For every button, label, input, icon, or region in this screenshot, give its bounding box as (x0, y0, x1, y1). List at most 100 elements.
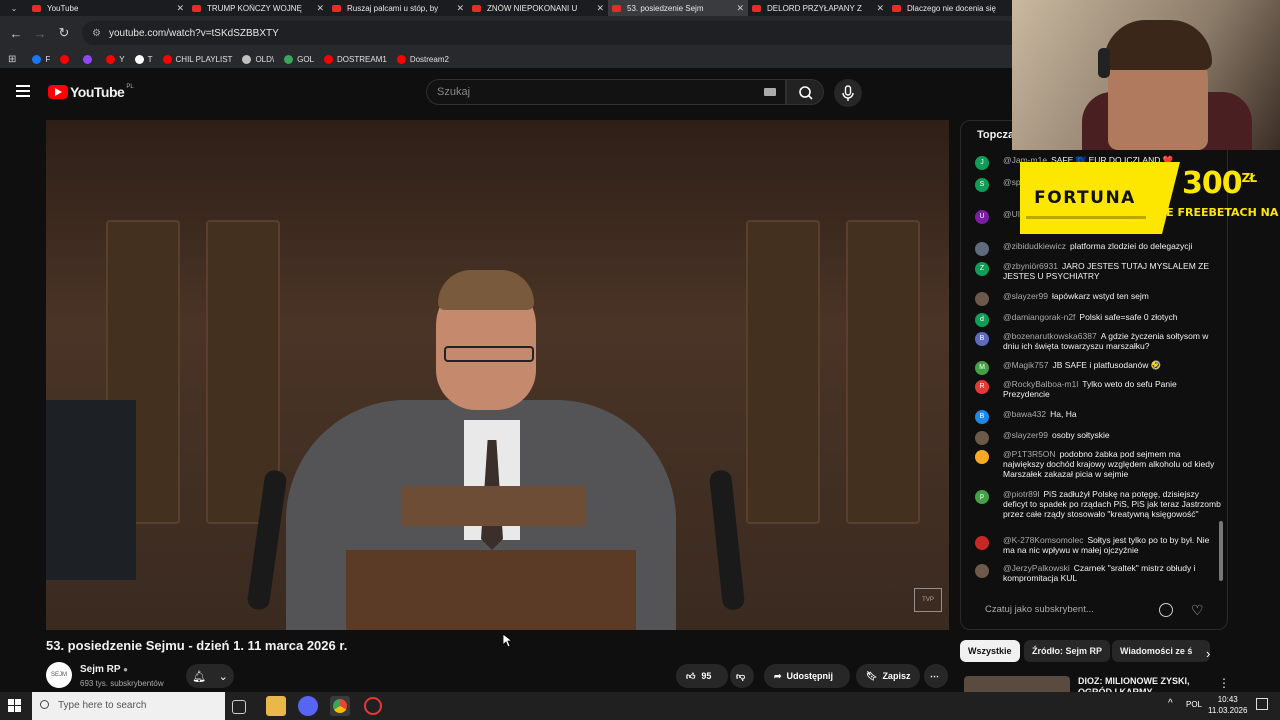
chat-username[interactable]: @UI (1003, 209, 1020, 219)
chat-avatar[interactable]: Z (975, 262, 989, 276)
heart-icon[interactable]: ♡ (1191, 602, 1204, 619)
chat-message[interactable]: B @bozenarutkowska6387 A gdzie życzenia so… (975, 331, 1221, 351)
chat-avatar[interactable]: J (975, 156, 989, 170)
chat-message[interactable]: M @Magik757 JB SAFE i platfusodanów 🤣 (975, 360, 1221, 375)
save-button[interactable]: 🔖︎ Zapisz (856, 664, 920, 688)
notification-icon[interactable] (1256, 698, 1268, 710)
chat-avatar[interactable] (975, 431, 989, 445)
forward-icon[interactable]: → (28, 26, 52, 41)
chat-username[interactable]: @RockyBalboa-m1l (1003, 379, 1078, 389)
dislike-button[interactable]: 👎︎ (730, 664, 754, 688)
chevron-right-icon[interactable]: › (1206, 646, 1210, 661)
task-view-icon[interactable] (232, 700, 246, 714)
chat-header[interactable]: Topcza (977, 129, 1014, 141)
chat-message[interactable]: p @piotr89l PiS zadłużył Polskę na potęgę,… (975, 489, 1221, 519)
back-icon[interactable]: ← (4, 26, 28, 41)
bookmark-item[interactable]: T (134, 54, 153, 64)
chat-username[interactable]: @P1T3R5ON (1003, 449, 1056, 459)
filter-chip[interactable]: Wszystkie (960, 640, 1020, 662)
chat-avatar[interactable]: B (975, 410, 989, 424)
chat-username[interactable]: @Magik757 (1003, 360, 1048, 370)
chat-avatar[interactable] (975, 564, 989, 578)
close-icon[interactable]: ✕ (176, 3, 184, 14)
filter-chip[interactable]: Wiadomości ze ś (1112, 640, 1210, 662)
chat-message[interactable]: @slayzer99 łapówkarz wstyd ten sejm (975, 291, 1221, 306)
chat-username[interactable]: @slayzer99 (1003, 430, 1048, 440)
chat-input[interactable]: Czatuj jako subskrybent... (971, 599, 1165, 621)
browser-tab[interactable]: ZNÓW NIEPOKONANI U ✕ (468, 0, 608, 16)
chat-avatar[interactable]: p (975, 490, 989, 504)
chat-message[interactable]: @zibidudkiewicz platforma zlodziei do del… (975, 241, 1221, 256)
browser-tab[interactable]: YouTube ✕ (28, 0, 188, 16)
chat-avatar[interactable]: M (975, 361, 989, 375)
channel-avatar[interactable]: SEJM (46, 662, 72, 688)
chat-username[interactable]: @slayzer99 (1003, 291, 1048, 301)
chat-message[interactable]: @K-278Komsomolec Sołtys jest tylko po to … (975, 535, 1221, 555)
site-info-icon[interactable]: ⚙ (92, 28, 101, 39)
chat-message[interactable]: @JerzyPalkowski Czarnek "sraltek" mistrz … (975, 563, 1221, 583)
chat-avatar[interactable]: U (975, 210, 989, 224)
chat-avatar[interactable]: R (975, 380, 989, 394)
close-icon[interactable]: ✕ (876, 3, 884, 14)
chat-username[interactable]: @damiangorak-n2f (1003, 312, 1075, 322)
obs-icon[interactable] (364, 697, 382, 715)
chat-username[interactable]: @JerzyPalkowski (1003, 563, 1070, 573)
bookmark-item[interactable]: CHIL PLAYLIST (162, 54, 232, 64)
chat-message[interactable]: @slayzer99 osoby sołtyskie (975, 430, 1221, 445)
chat-message[interactable]: @P1T3R5ON podobno żabka pod sejmem ma naj… (975, 449, 1221, 479)
filter-chip[interactable]: Źródło: Sejm RP (1024, 640, 1111, 662)
search-button[interactable] (786, 79, 824, 105)
emoji-icon[interactable] (1159, 603, 1173, 617)
bookmark-item[interactable]: OLD\ (242, 54, 274, 64)
bookmark-item[interactable] (83, 54, 96, 64)
chat-avatar[interactable] (975, 242, 989, 256)
chat-message[interactable]: R @RockyBalboa-m1l Tylko weto do sefu Pani… (975, 379, 1221, 399)
share-button[interactable]: ➦ Udostępnij (764, 664, 850, 688)
menu-icon[interactable] (16, 85, 30, 97)
tab-list-button[interactable]: ⌄ (0, 0, 28, 16)
apps-grid-icon[interactable]: ⊞ (8, 54, 16, 65)
bookmark-item[interactable]: Dostream2 (396, 54, 449, 64)
chat-username[interactable]: @zibidudkiewicz (1003, 241, 1066, 251)
chat-message[interactable]: B @bawa432 Ha, Ha (975, 409, 1221, 424)
chrome-icon[interactable] (330, 696, 350, 716)
close-icon[interactable]: ✕ (736, 3, 744, 14)
close-icon[interactable]: ✕ (316, 3, 324, 14)
chat-avatar[interactable] (975, 536, 989, 550)
browser-tab[interactable]: TRUMP KOŃCZY WOJNĘ ✕ (188, 0, 328, 16)
chat-avatar[interactable]: B (975, 332, 989, 346)
chat-username[interactable]: @piotr89l (1003, 489, 1040, 499)
address-bar[interactable]: ⚙ youtube.com/watch?v=tSKdSZBBXTY (82, 21, 1022, 45)
clock[interactable]: 10:43 11.03.2026 (1208, 694, 1247, 716)
close-icon[interactable]: ✕ (596, 3, 604, 14)
channel-name[interactable]: Sejm RP ● (80, 664, 128, 675)
browser-tab[interactable]: 53. posiedzenie Sejm ✕ (608, 0, 748, 16)
bookmark-item[interactable]: DOSTREAM1 (324, 54, 387, 64)
file-explorer-icon[interactable] (266, 696, 286, 716)
browser-tab[interactable]: Ruszaj palcami u stóp, by ✕ (328, 0, 468, 16)
youtube-logo[interactable]: YouTube PL (48, 84, 134, 100)
browser-tab[interactable]: Dlaczego nie docenia się✕ (888, 0, 1028, 16)
chat-username[interactable]: @bozenarutkowska6387 (1003, 331, 1097, 341)
chat-avatar[interactable]: S (975, 178, 989, 192)
close-icon[interactable]: ✕ (456, 3, 464, 14)
like-button[interactable]: 👍︎ 95 (676, 664, 728, 688)
more-actions-button[interactable]: ⋯ (924, 664, 948, 688)
browser-tab[interactable]: DELORD PRZYŁAPANY Z ✕ (748, 0, 888, 16)
chat-scrollbar[interactable] (1219, 521, 1223, 581)
chat-avatar[interactable]: d (975, 313, 989, 327)
tray-chevron-icon[interactable]: ^ (1168, 698, 1173, 709)
video-player[interactable]: TVP (46, 120, 949, 630)
taskbar-search[interactable]: Type here to search (32, 692, 225, 720)
search-input[interactable]: Szukaj (426, 79, 786, 105)
chat-message[interactable]: Z @zbyniör6931 JARO JESTES TUTAJ MYSLALEM … (975, 261, 1221, 281)
notifications-button[interactable]: 🔔︎ ⌄ (186, 664, 234, 688)
chat-avatar[interactable] (975, 292, 989, 306)
related-video-more-icon[interactable]: ⋮ (1218, 676, 1230, 690)
language-indicator[interactable]: POL (1186, 700, 1202, 709)
bookmark-item[interactable]: GOL (284, 54, 314, 64)
chat-username[interactable]: @sp (1003, 177, 1021, 187)
bookmark-item[interactable] (60, 54, 73, 64)
chat-username[interactable]: @K-278Komsomolec (1003, 535, 1083, 545)
chat-avatar[interactable] (975, 450, 989, 464)
